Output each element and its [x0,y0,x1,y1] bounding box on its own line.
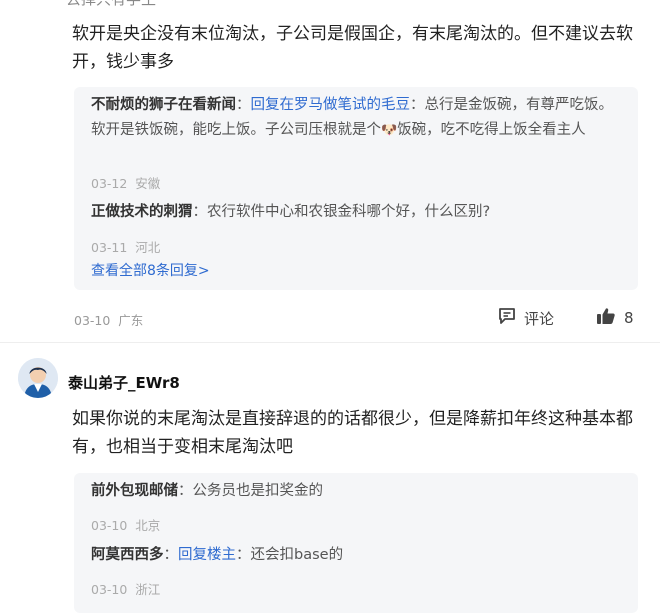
previous-username-cut: 去掉只有学生 [66,0,156,9]
reply-box: 前外包现邮储：公务员也是扣奖金的 03-10 北京 阿莫西西多：回复楼主：还会扣… [74,473,638,613]
reply-location: 安徽 [135,176,161,191]
like-count: 8 [624,309,634,327]
reply-location: 浙江 [135,582,161,597]
reply-item: 阿莫西西多：回复楼主：还会扣base的 [91,547,344,563]
reply-author[interactable]: 正做技术的刺猬 [91,204,193,220]
username[interactable]: 泰山弟子_EWr8 [68,372,180,393]
reply-to-link[interactable]: 回复在罗马做笔试的毛豆 [251,97,411,113]
divider [0,342,660,343]
reply-date: 03-10 [91,518,128,533]
reply-text-cont: 饭碗，吃不吃得上饭全看主人 [397,122,586,138]
reply-item: 不耐烦的狮子在看新闻：回复在罗马做笔试的毛豆：总行是金饭碗，有尊严吃饭。软开是铁… [91,97,613,138]
reply-box: 不耐烦的狮子在看新闻：回复在罗马做笔试的毛豆：总行是金饭碗，有尊严吃饭。软开是铁… [74,87,638,290]
reply-author[interactable]: 阿莫西西多 [91,547,164,563]
reply-to-link[interactable]: 回复楼主 [178,547,236,563]
reply-text: 公务员也是扣奖金的 [192,483,324,499]
reply-author[interactable]: 前外包现邮储 [91,483,178,499]
reply-date: 03-12 [91,176,128,191]
comment-label: 评论 [524,309,555,328]
comment-meta: 03-10 广东 [74,310,143,329]
reply-date: 03-10 [91,582,128,597]
like-button[interactable]: 8 [596,307,634,329]
comment-text: 如果你说的末尾淘汰是直接辞退的的话都很少，但是降薪扣年终这种基本都有，也相当于变… [72,409,633,457]
reply-text: 农行软件中心和农银金科哪个好，什么区别? [207,204,491,220]
reply-text: 还会扣base的 [250,547,344,563]
comment-date: 03-10 [74,313,111,328]
dog-emoji-icon: 🐶 [381,123,398,138]
reply-author[interactable]: 不耐烦的狮子在看新闻 [91,97,236,113]
view-all-replies-link[interactable]: 查看全部8条回复> [91,260,210,280]
reply-meta: 03-11 河北 [91,237,160,256]
comment-location: 广东 [118,313,144,328]
reply-date: 03-11 [91,240,128,255]
thumbs-up-icon [596,307,616,329]
reply-item: 正做技术的刺猬：农行软件中心和农银金科哪个好，什么区别? [91,204,491,220]
avatar[interactable] [18,358,58,398]
comment-button[interactable]: 评论 [498,307,554,329]
reply-meta: 03-10 浙江 [91,579,160,598]
comment-text: 软开是央企没有末位淘汰，子公司是假国企，有末尾淘汰的。但不建议去软开，钱少事多 [72,24,633,72]
comment-bubble-icon [498,307,516,329]
reply-meta: 03-10 北京 [91,515,160,534]
reply-location: 北京 [135,518,161,533]
reply-location: 河北 [135,240,161,255]
reply-item: 前外包现邮储：公务员也是扣奖金的 [91,483,324,499]
reply-meta: 03-12 安徽 [91,173,160,192]
